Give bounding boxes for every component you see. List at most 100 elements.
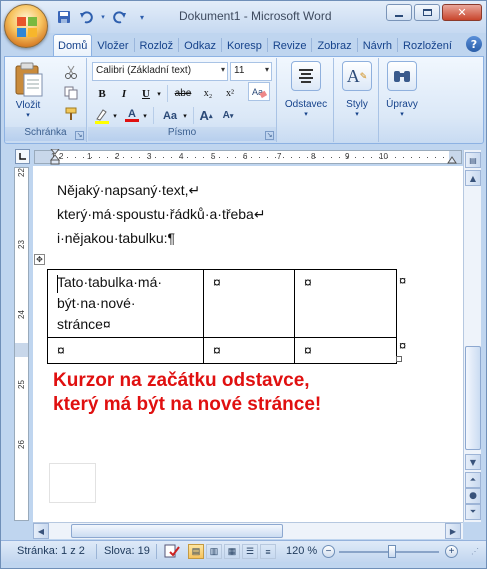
table-cell[interactable]: Tato·tabulka·má· být·na·nové· stránce¤ [47, 269, 204, 338]
editing-group: Úpravy ▾ [380, 58, 424, 142]
highlight-dropdown-icon[interactable]: ▾ [110, 106, 120, 125]
maximize-button[interactable] [414, 4, 440, 21]
font-size-combo[interactable]: 11 ▾ [230, 62, 272, 81]
paragraph-button[interactable]: Odstavec ▾ [282, 61, 330, 118]
styles-button[interactable]: A ✎ Styly ▾ [338, 61, 376, 118]
document-table[interactable]: Tato·tabulka·má· být·na·nové· stránce¤ ¤… [47, 269, 397, 364]
zoom-slider-thumb[interactable] [388, 545, 396, 558]
clear-formatting-button[interactable]: Aa [248, 82, 270, 101]
strikethrough-button[interactable]: abe [170, 84, 196, 103]
font-launcher[interactable]: ↘ [265, 131, 274, 140]
table-cell[interactable]: ¤ [203, 337, 295, 364]
copy-icon [64, 86, 78, 99]
text-cursor [57, 275, 58, 293]
web-layout-icon[interactable]: ▦ [224, 544, 240, 559]
subscript-button[interactable]: x₂ [198, 84, 218, 103]
ruler-tick [243, 157, 244, 158]
ruler-number: 23 [16, 240, 26, 249]
underline-button[interactable]: U [136, 84, 156, 103]
horizontal-ruler[interactable]: 1212345678910 [34, 149, 462, 165]
tab-layout[interactable]: Rozložení [398, 34, 457, 56]
resize-grip-icon[interactable]: ⋰ [471, 547, 479, 556]
undo-icon[interactable] [77, 8, 95, 26]
select-browse-object-button[interactable]: ● [465, 488, 481, 504]
close-button[interactable]: ✕ [442, 4, 482, 21]
next-page-button[interactable]: ⏷ [465, 504, 481, 520]
tab-references[interactable]: Odkaz [179, 34, 221, 56]
proofing-icon[interactable] [164, 544, 181, 559]
text-line[interactable]: i·nějakou·tabulku:¶ [57, 226, 266, 250]
scroll-left-button[interactable]: ◀ [33, 523, 49, 539]
editing-button[interactable]: Úpravy ▾ [383, 61, 421, 118]
word-count[interactable]: Slova: 19 [104, 545, 150, 557]
table-resize-handle[interactable] [396, 356, 402, 362]
vertical-scrollbar[interactable]: ▤ ▲ ▼ ⏶ ● ⏷ [463, 150, 481, 522]
eraser-icon: Aa [252, 87, 267, 98]
font-name-combo[interactable]: Calibri (Základní text) ▾ [92, 62, 228, 81]
right-indent-marker-icon[interactable] [447, 156, 457, 164]
indent-marker-icon[interactable] [50, 149, 60, 165]
ruler-toggle-icon[interactable]: ▤ [465, 152, 481, 168]
zoom-in-button[interactable]: + [445, 545, 458, 558]
change-case-dropdown-icon[interactable]: ▾ [180, 106, 190, 125]
ruler-tick [419, 157, 420, 158]
font-color-button[interactable]: A [122, 106, 142, 125]
vertical-scroll-thumb[interactable] [465, 346, 481, 450]
previous-page-button[interactable]: ⏶ [465, 472, 481, 488]
zoom-level[interactable]: 120 % [286, 545, 317, 557]
text-line[interactable]: který·má·spoustu·řádků·a·třeba↵ [57, 202, 266, 226]
table-cell[interactable]: ¤ [47, 337, 204, 364]
customize-icon[interactable]: ▾ [133, 8, 151, 26]
bold-button[interactable]: B [92, 84, 112, 103]
redo-icon[interactable] [111, 8, 129, 26]
horizontal-scroll-thumb[interactable] [71, 524, 283, 538]
shrink-font-button[interactable]: A ▾ [218, 106, 238, 125]
scroll-down-button[interactable]: ▼ [465, 454, 481, 470]
draft-view-icon[interactable]: ≡ [260, 544, 276, 559]
help-button[interactable]: ? [466, 36, 482, 52]
office-button[interactable] [4, 4, 48, 48]
zoom-out-button[interactable]: − [322, 545, 335, 558]
tab-view[interactable]: Zobraz [312, 34, 356, 56]
tab-insert[interactable]: Vložer [92, 34, 133, 56]
grow-font-button[interactable]: A ▴ [196, 106, 216, 125]
tab-mailings[interactable]: Koresp [222, 34, 267, 56]
vertical-ruler[interactable]: 22 23 24 25 26 [14, 167, 29, 521]
print-layout-view-icon[interactable]: ▤ [188, 544, 204, 559]
document-page[interactable]: Nějaký·napsaný·text,↵ který·má·spoustu·ř… [33, 166, 463, 522]
cut-button[interactable] [61, 62, 81, 81]
tab-page-layout[interactable]: Rozlož [135, 34, 179, 56]
italic-button[interactable]: I [114, 84, 134, 103]
minimize-button[interactable] [386, 4, 412, 21]
divider [153, 107, 154, 124]
undo-dropdown-icon[interactable]: ▾ [99, 8, 107, 26]
horizontal-scrollbar[interactable]: ◀ ▶ [33, 522, 463, 539]
outline-view-icon[interactable]: ☰ [242, 544, 258, 559]
save-icon[interactable] [55, 8, 73, 26]
tab-design[interactable]: Návrh [358, 34, 397, 56]
table-cell[interactable]: ¤ [203, 269, 295, 338]
change-case-button[interactable]: Aa [158, 106, 182, 125]
table-cell[interactable]: ¤ [294, 269, 397, 338]
clipboard-launcher[interactable]: ↘ [75, 131, 84, 140]
tab-selector[interactable] [15, 149, 30, 164]
document-body[interactable]: Nějaký·napsaný·text,↵ který·má·spoustu·ř… [57, 178, 266, 250]
paste-button[interactable]: Vložit ▾ [9, 62, 47, 119]
scroll-up-button[interactable]: ▲ [465, 170, 481, 186]
table-cell[interactable]: ¤ [294, 337, 397, 364]
tab-review[interactable]: Revize [268, 34, 312, 56]
highlight-button[interactable] [92, 106, 112, 125]
full-screen-reading-icon[interactable]: ▥ [206, 544, 222, 559]
ruler-tick [115, 157, 116, 158]
text-line[interactable]: Nějaký·napsaný·text,↵ [57, 178, 266, 202]
tab-home[interactable]: Domů [53, 34, 93, 56]
format-painter-button[interactable] [61, 104, 81, 123]
copy-button[interactable] [61, 83, 81, 102]
font-group: Calibri (Základní text) ▾ 11 ▾ B I U ▾ a… [88, 58, 277, 142]
font-color-dropdown-icon[interactable]: ▾ [140, 106, 150, 125]
underline-dropdown-icon[interactable]: ▾ [154, 84, 164, 103]
superscript-button[interactable]: x² [220, 84, 240, 103]
page-count[interactable]: Stránka: 1 z 2 [17, 545, 85, 557]
scroll-right-button[interactable]: ▶ [445, 523, 461, 539]
table-move-handle[interactable]: ✥ [34, 254, 45, 265]
